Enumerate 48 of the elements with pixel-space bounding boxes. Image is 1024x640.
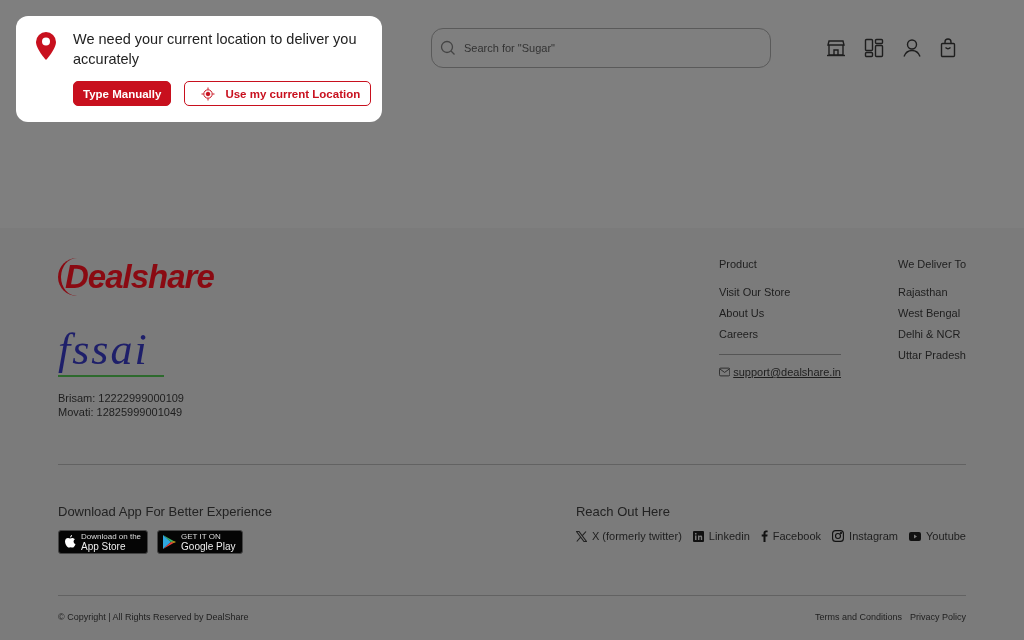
app-store-badge[interactable]: Download on the App Store [58, 530, 149, 554]
copyright-text: © Copyright | All Rights Reserved by DealShare [58, 612, 249, 622]
app-store-badge[interactable]: GET IT ON Google Play [157, 530, 243, 554]
legal-link[interactable]: Privacy Policy [910, 612, 966, 622]
region-name: Delhi & NCR [898, 328, 962, 341]
social-link[interactable]: Facebook [772, 530, 822, 542]
dealshare-logo[interactable]: Dealshare [58, 258, 214, 296]
x-icon [575, 530, 587, 542]
user-icon[interactable] [902, 38, 922, 58]
section-heading: Reach Out Here [575, 504, 671, 519]
social-link[interactable]: Linkedin [708, 530, 750, 542]
social-link[interactable]: Instagram [849, 530, 898, 542]
email-link[interactable]: support@dealshare.in [733, 366, 841, 378]
apple-icon [64, 535, 76, 549]
play-icon [163, 535, 177, 549]
social-link[interactable]: Youtube [926, 530, 966, 542]
locate-icon [201, 86, 216, 101]
location-button[interactable]: Use my current Location [184, 81, 372, 106]
badge-label: App Store [81, 540, 127, 552]
region-name: Uttar Pradesh [898, 349, 966, 362]
footer-link[interactable]: Visit Our Store [719, 286, 841, 299]
badge-label: Google Play [181, 540, 236, 552]
region-name: West Bengal [898, 307, 962, 320]
social-link[interactable]: X (formerly twitter) [591, 530, 682, 542]
badge-caption: GET IT ON [181, 532, 222, 541]
store-icon[interactable] [826, 38, 846, 58]
search-field[interactable]: Search for "Sugar" [431, 28, 771, 68]
location-button[interactable]: Type Manually [73, 81, 172, 106]
layout-icon[interactable] [864, 38, 884, 58]
badge-caption: Download on the [81, 532, 142, 541]
footer-link[interactable]: Careers [719, 328, 841, 341]
location-message: We need your current location to deliver you accurately [73, 30, 358, 69]
footer-link[interactable]: About Us [719, 307, 841, 320]
column-heading: We Deliver To [898, 258, 966, 270]
license-number: Movati: 12825999001049 [58, 405, 184, 419]
mail-icon [719, 367, 731, 377]
facebook-icon [760, 530, 768, 542]
instagram-icon [832, 530, 845, 542]
fssai-logo: fssai [58, 324, 164, 377]
column-heading: Product [719, 258, 758, 270]
legal-link[interactable]: Terms and Conditions [814, 612, 902, 622]
linkedin-icon [692, 530, 704, 542]
license-number: Brisam: 12222999000109 [58, 391, 185, 405]
region-name: Rajasthan [898, 286, 949, 299]
section-heading: Download App For Better Experience [58, 504, 273, 519]
location-pin-icon [36, 32, 56, 60]
youtube-icon [909, 531, 921, 541]
shopping-bag-icon[interactable] [940, 38, 956, 58]
